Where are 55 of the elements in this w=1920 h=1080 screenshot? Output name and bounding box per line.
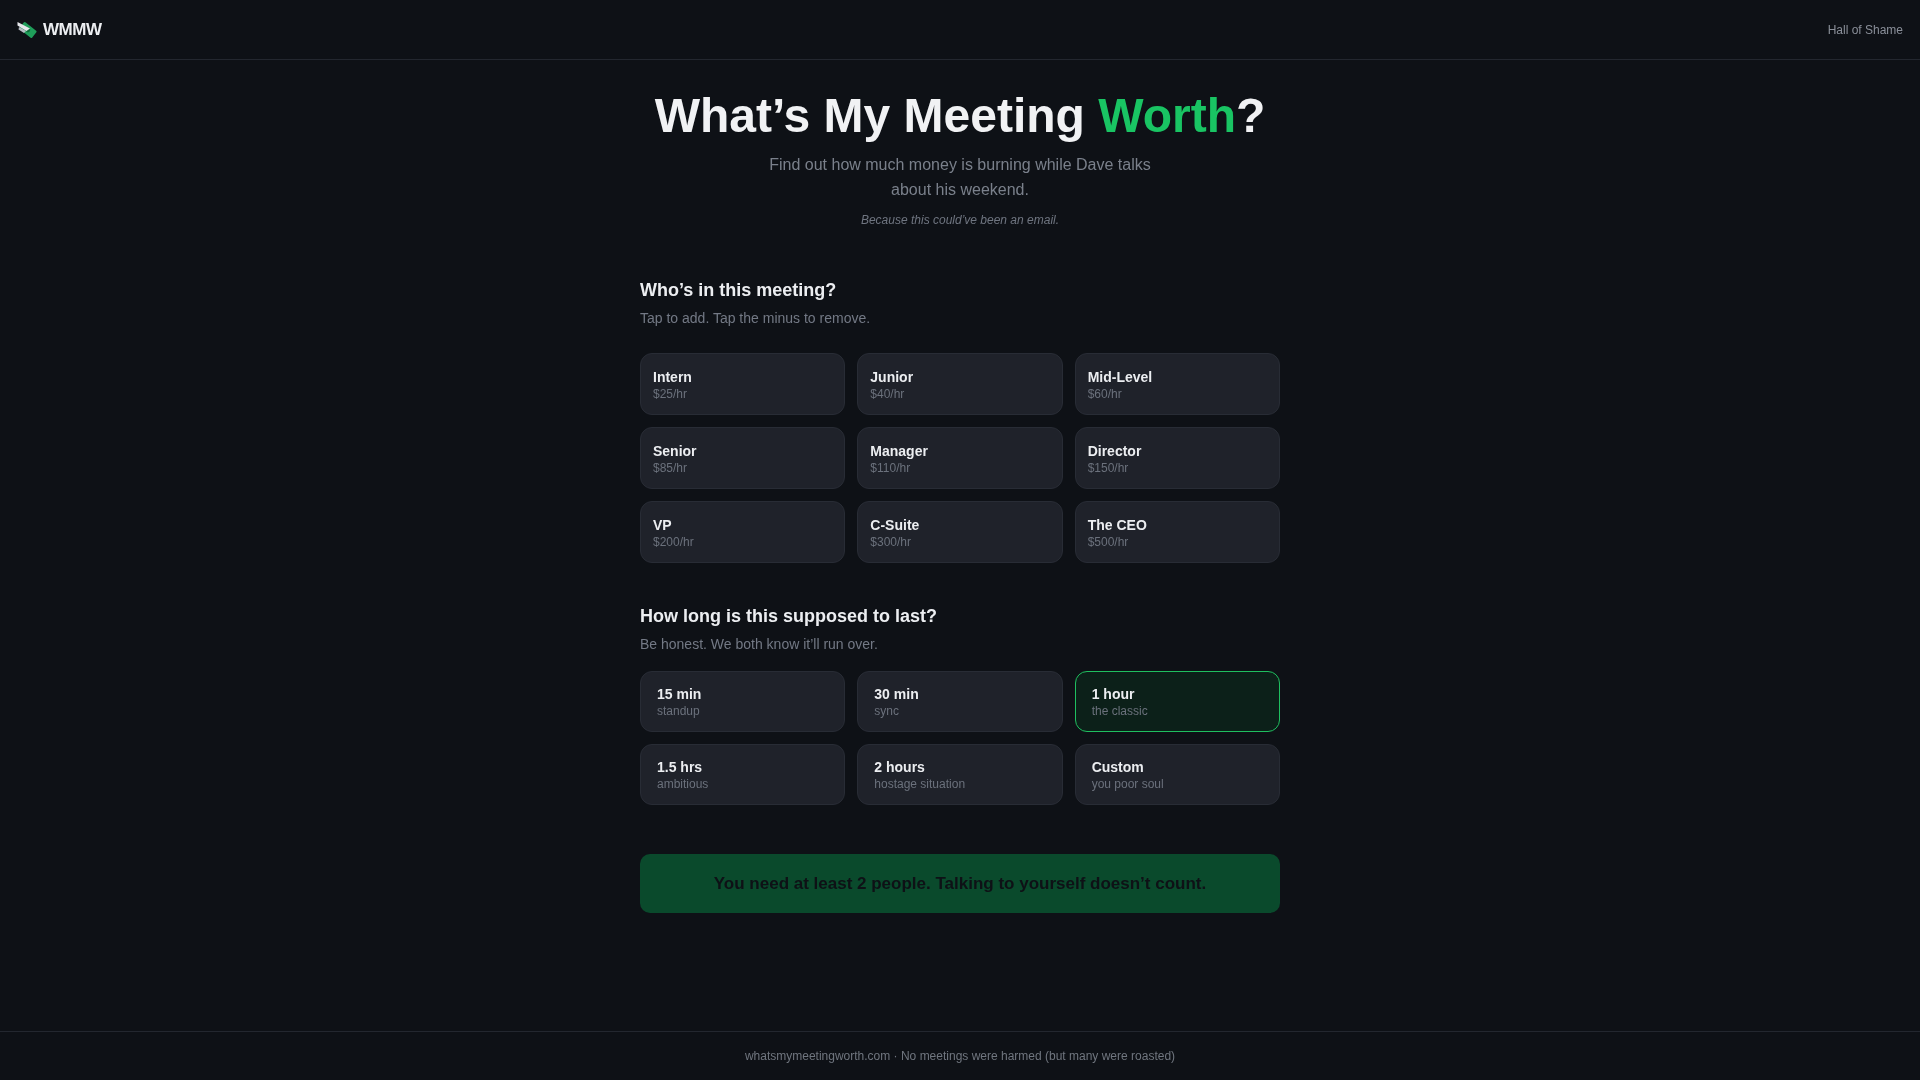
- duration-label: 30 min: [874, 685, 919, 703]
- duration-label: 2 hours: [874, 758, 925, 776]
- role-rate: $40/hr: [870, 386, 905, 402]
- page-title: What’s My Meeting Worth?: [654, 92, 1266, 140]
- duration-note: the classic: [1091, 703, 1148, 719]
- duration-label: 15 min: [657, 685, 702, 703]
- role-rate: $200/hr: [653, 534, 694, 550]
- role-name: Senior: [653, 442, 697, 460]
- role-name: Director: [1087, 442, 1142, 460]
- subtitle: Find out how much money is burning while Dave talks about his weekend.: [768, 155, 1152, 200]
- duration-label: 1.5 hrs: [657, 758, 703, 776]
- role-name: The CEO: [1087, 516, 1147, 534]
- duration-card[interactable]: 1.5 hrs ambitious: [640, 744, 846, 805]
- duration-note: hostage situation: [874, 776, 966, 792]
- duration-card[interactable]: 30 min sync: [857, 671, 1063, 732]
- duration-note: you poor soul: [1091, 776, 1164, 792]
- role-rate: $500/hr: [1087, 534, 1129, 550]
- section-heading: Who’s in this meeting?: [640, 279, 838, 302]
- section-hint: Tap to add. Tap the minus to remove.: [640, 309, 872, 328]
- role-name: Mid-Level: [1087, 368, 1153, 386]
- duration-card[interactable]: 15 min standup: [640, 671, 846, 732]
- role-rate: $85/hr: [653, 460, 688, 476]
- role-card[interactable]: C-Suite $300/hr: [857, 501, 1063, 563]
- duration-note: sync: [874, 703, 899, 719]
- role-name: C-Suite: [870, 516, 920, 534]
- role-card[interactable]: Director $150/hr: [1074, 427, 1280, 489]
- duration-card[interactable]: 2 hours hostage situation: [857, 744, 1063, 805]
- role-name: Manager: [870, 442, 928, 460]
- duration-card[interactable]: Custom you poor soul: [1074, 744, 1280, 805]
- duration-note: ambitious: [657, 776, 709, 792]
- hall-of-shame-link[interactable]: Hall of Shame: [1827, 20, 1903, 39]
- section-heading: How long is this supposed to last?: [640, 605, 938, 628]
- tagline: Because this could’ve been an email.: [860, 212, 1060, 228]
- role-rate: $110/hr: [870, 460, 911, 476]
- logo-text[interactable]: WMMW: [43, 16, 102, 43]
- role-rate: $300/hr: [870, 534, 912, 550]
- role-card[interactable]: Mid-Level $60/hr: [1074, 353, 1280, 415]
- role-rate: $25/hr: [653, 386, 688, 402]
- duration-label: 1 hour: [1091, 685, 1135, 703]
- duration-card[interactable]: 1 hour the classic: [1074, 671, 1280, 732]
- role-card[interactable]: VP $200/hr: [640, 501, 846, 563]
- role-rate: $60/hr: [1087, 386, 1122, 402]
- duration-label: Custom: [1091, 758, 1144, 776]
- section-hint: Be honest. We both know it’ll run over.: [640, 635, 879, 654]
- role-card[interactable]: Manager $110/hr: [857, 427, 1063, 489]
- role-card[interactable]: Junior $40/hr: [857, 353, 1063, 415]
- role-name: Intern: [653, 368, 692, 386]
- footer-text: whatsmymeetingworth.com · No meetings were harmed (but many were roasted): [744, 1048, 1176, 1065]
- role-name: VP: [653, 516, 672, 534]
- role-card[interactable]: Senior $85/hr: [640, 427, 846, 489]
- role-rate: $150/hr: [1087, 460, 1129, 476]
- role-name: Junior: [870, 368, 914, 386]
- role-card[interactable]: The CEO $500/hr: [1074, 501, 1280, 563]
- duration-note: standup: [657, 703, 700, 719]
- role-card[interactable]: Intern $25/hr: [640, 353, 846, 415]
